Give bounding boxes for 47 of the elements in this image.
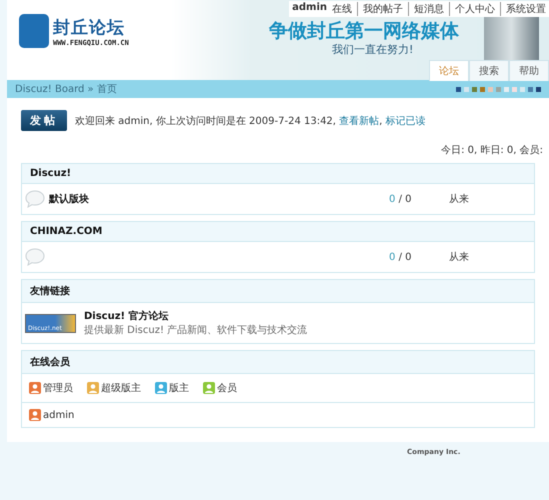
category-title[interactable]: Discuz! [22,164,534,184]
welcome-link[interactable]: 标记已读 [386,116,426,126]
logo-mark [19,14,49,48]
category-title[interactable]: CHINAZ.COM [22,222,534,242]
section-title: 友情链接 [22,280,534,303]
banner-slogan: 争做封丘第一网络媒体 [269,19,459,44]
speech-bubble-icon [25,248,45,266]
theme-swatch[interactable] [528,86,533,92]
theme-swatch[interactable] [504,86,509,92]
speech-bubble-icon [25,190,45,208]
theme-swatch[interactable] [464,86,469,92]
logo-title: 封丘论坛 [53,16,126,38]
theme-swatch[interactable] [536,86,541,92]
nav-tab[interactable]: 搜索 [469,60,509,81]
last-post: 从来 [449,250,469,264]
theme-swatch[interactable] [488,86,493,92]
post-count: 0 / 0 [389,252,412,262]
link-name[interactable]: Discuz! 官方论坛 [84,309,308,323]
legend-label: 管理员 [43,382,73,395]
stats-text: 今日: 0, 昨日: 0, 会员: [440,144,543,157]
top-link[interactable]: 系统设置 [500,2,546,16]
top-link[interactable]: 我的帖子 [357,2,403,16]
theme-swatch[interactable] [520,86,525,92]
member-name[interactable]: admin [43,410,74,420]
legend-label: 版主 [169,382,189,395]
theme-swatch[interactable] [496,86,501,92]
last-post: 从来 [449,192,469,206]
banner-subline: 我们一直在努力! [332,42,414,57]
nav-tab[interactable]: 帮助 [509,60,549,81]
top-link[interactable]: 个人中心 [449,2,495,16]
username-link[interactable]: admin [292,2,327,16]
section-title: 在线会员 [22,351,534,374]
link-description: 提供最新 Discuz! 产品新闻、软件下载与技术交流 [84,324,308,337]
legend-label: 会员 [217,382,237,395]
forum-name[interactable]: 默认版块 [49,194,89,205]
theme-swatch[interactable] [456,86,461,92]
theme-swatch[interactable] [480,86,485,92]
welcome-text: 欢迎回来 admin, 你上次访问时间是在 2009-7-24 13:42, 查看新帖, 标记已读 [75,114,426,128]
new-post-button[interactable]: 发帖 [21,110,67,131]
legend-label: 超级版主 [101,382,141,395]
theme-swatch[interactable] [472,86,477,92]
post-count: 0 / 0 [389,194,412,204]
top-link[interactable]: 短消息 [408,2,444,16]
theme-swatch[interactable] [512,86,517,92]
online-status: 在线 [332,2,352,16]
breadcrumb: Discuz! Board » 首页 [15,83,117,96]
welcome-link[interactable]: 查看新帖 [339,116,380,126]
